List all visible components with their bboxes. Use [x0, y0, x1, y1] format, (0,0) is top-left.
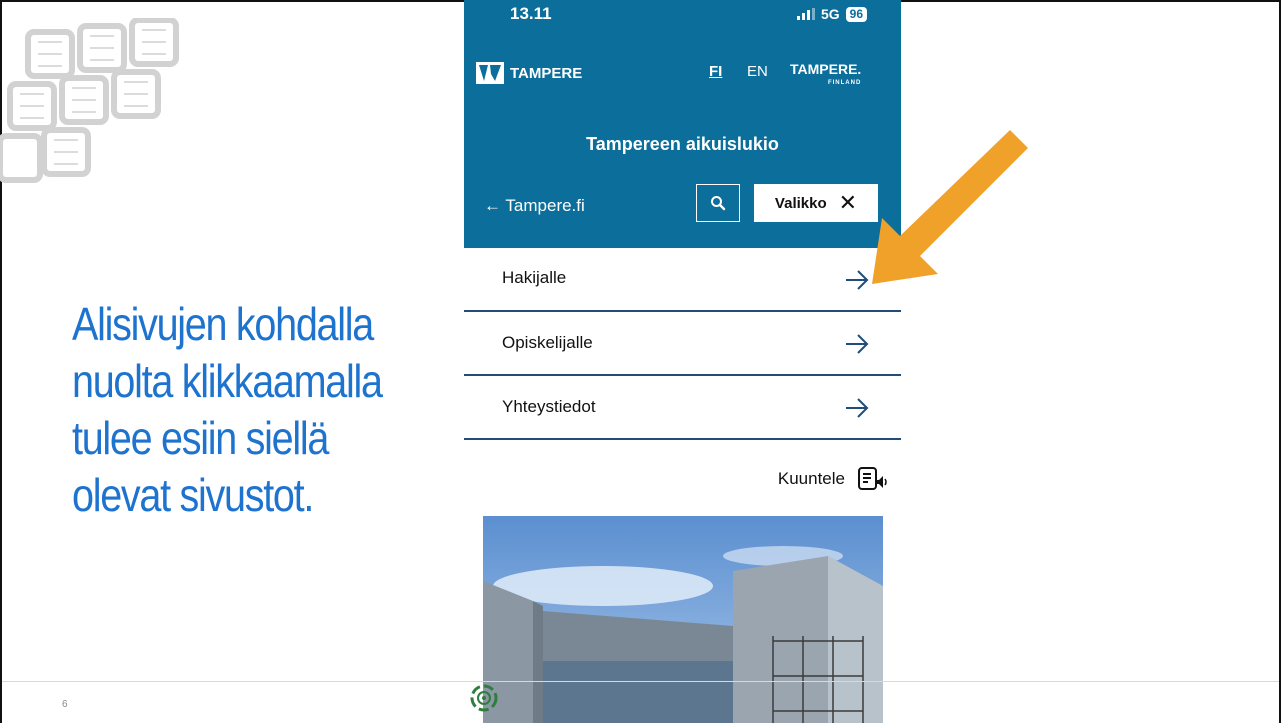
phone-screenshot: 13.11 5G 96 TAMPERE FI EN TAMPERE. FINLA…: [464, 0, 901, 723]
signal-icon: [796, 8, 815, 20]
arrow-right-icon[interactable]: [843, 330, 871, 358]
decorative-pattern: [0, 18, 179, 183]
footer-divider: [2, 681, 1279, 682]
status-time: 13.11: [510, 4, 552, 23]
tampere-finland-brand[interactable]: TAMPERE. FINLAND: [790, 62, 861, 90]
menu-item-opiskelijalle[interactable]: Opiskelijalle: [464, 312, 901, 376]
tampere-logo[interactable]: TAMPERE: [476, 62, 582, 84]
caption-line: tulee esiin siellä: [72, 412, 329, 464]
language-fi-link[interactable]: FI: [709, 63, 722, 80]
listen-label: Kuuntele: [777, 469, 845, 488]
accessibility-icon[interactable]: [469, 683, 499, 713]
site-title[interactable]: Tampereen aikuislukio: [464, 134, 901, 155]
menu-item-hakijalle[interactable]: Hakijalle: [464, 248, 901, 312]
annotation-arrow: [872, 130, 1028, 284]
site-topbar: TAMPERE FI EN TAMPERE. FINLAND: [464, 38, 901, 108]
tampere-logo-icon: [476, 62, 504, 84]
menu-item-label: Hakijalle: [502, 268, 567, 287]
search-icon: [711, 196, 726, 211]
battery-badge: 96: [845, 6, 867, 22]
building-photo: [483, 516, 883, 723]
menu-item-label: Yhteystiedot: [502, 397, 596, 416]
nav-menu: Hakijalle Opiskelijalle Yhteystiedot: [464, 248, 901, 440]
menu-item-yhteystiedot[interactable]: Yhteystiedot: [464, 376, 901, 440]
status-indicators: 5G 96: [796, 6, 867, 22]
caption-line: nuolta klikkaamalla: [72, 355, 383, 407]
status-bar: 13.11 5G 96: [464, 0, 901, 38]
brand-sub: FINLAND: [827, 80, 862, 86]
slide-caption: Alisivujen kohdalla nuolta klikkaamalla …: [72, 296, 472, 524]
listen-button[interactable]: Kuuntele: [778, 466, 889, 492]
close-icon: ✕: [838, 190, 858, 215]
search-button[interactable]: [696, 184, 740, 222]
back-to-tampere-link[interactable]: ← Tampere.fi: [484, 196, 585, 216]
language-en-link[interactable]: EN: [747, 63, 768, 80]
page-number: 6: [62, 699, 68, 710]
site-header: Tampereen aikuislukio ← Tampere.fi Valik…: [464, 108, 901, 248]
menu-item-label: Opiskelijalle: [502, 333, 593, 352]
network-label: 5G: [820, 6, 840, 22]
menu-label: Valikko: [774, 194, 827, 212]
caption-line: olevat sivustot.: [72, 469, 314, 521]
arrow-right-icon[interactable]: [843, 394, 871, 422]
brand-main: TAMPERE.: [790, 61, 862, 77]
listen-icon: [858, 467, 887, 490]
caption-line: Alisivujen kohdalla: [72, 298, 374, 350]
logo-text: TAMPERE: [510, 64, 583, 82]
